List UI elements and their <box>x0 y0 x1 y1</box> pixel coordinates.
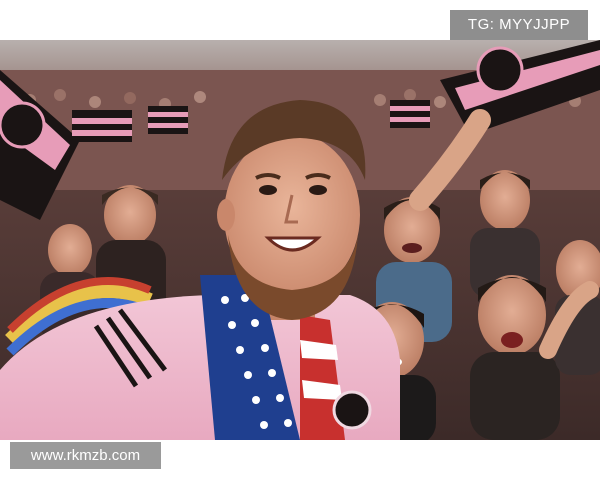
left-eye <box>259 185 277 195</box>
right-eye <box>309 185 327 195</box>
watermark-bottom-left: www.rkmzb.com <box>10 442 161 469</box>
watermark-top-right: TG: MYYJJPP <box>450 10 588 40</box>
flag-small-1 <box>72 110 132 142</box>
stadium-selfie-illustration <box>0 40 600 440</box>
flag-small-2 <box>148 106 188 134</box>
club-crest <box>332 390 372 430</box>
ear <box>217 199 235 231</box>
photo <box>0 40 600 440</box>
flag-small-3 <box>390 100 430 128</box>
